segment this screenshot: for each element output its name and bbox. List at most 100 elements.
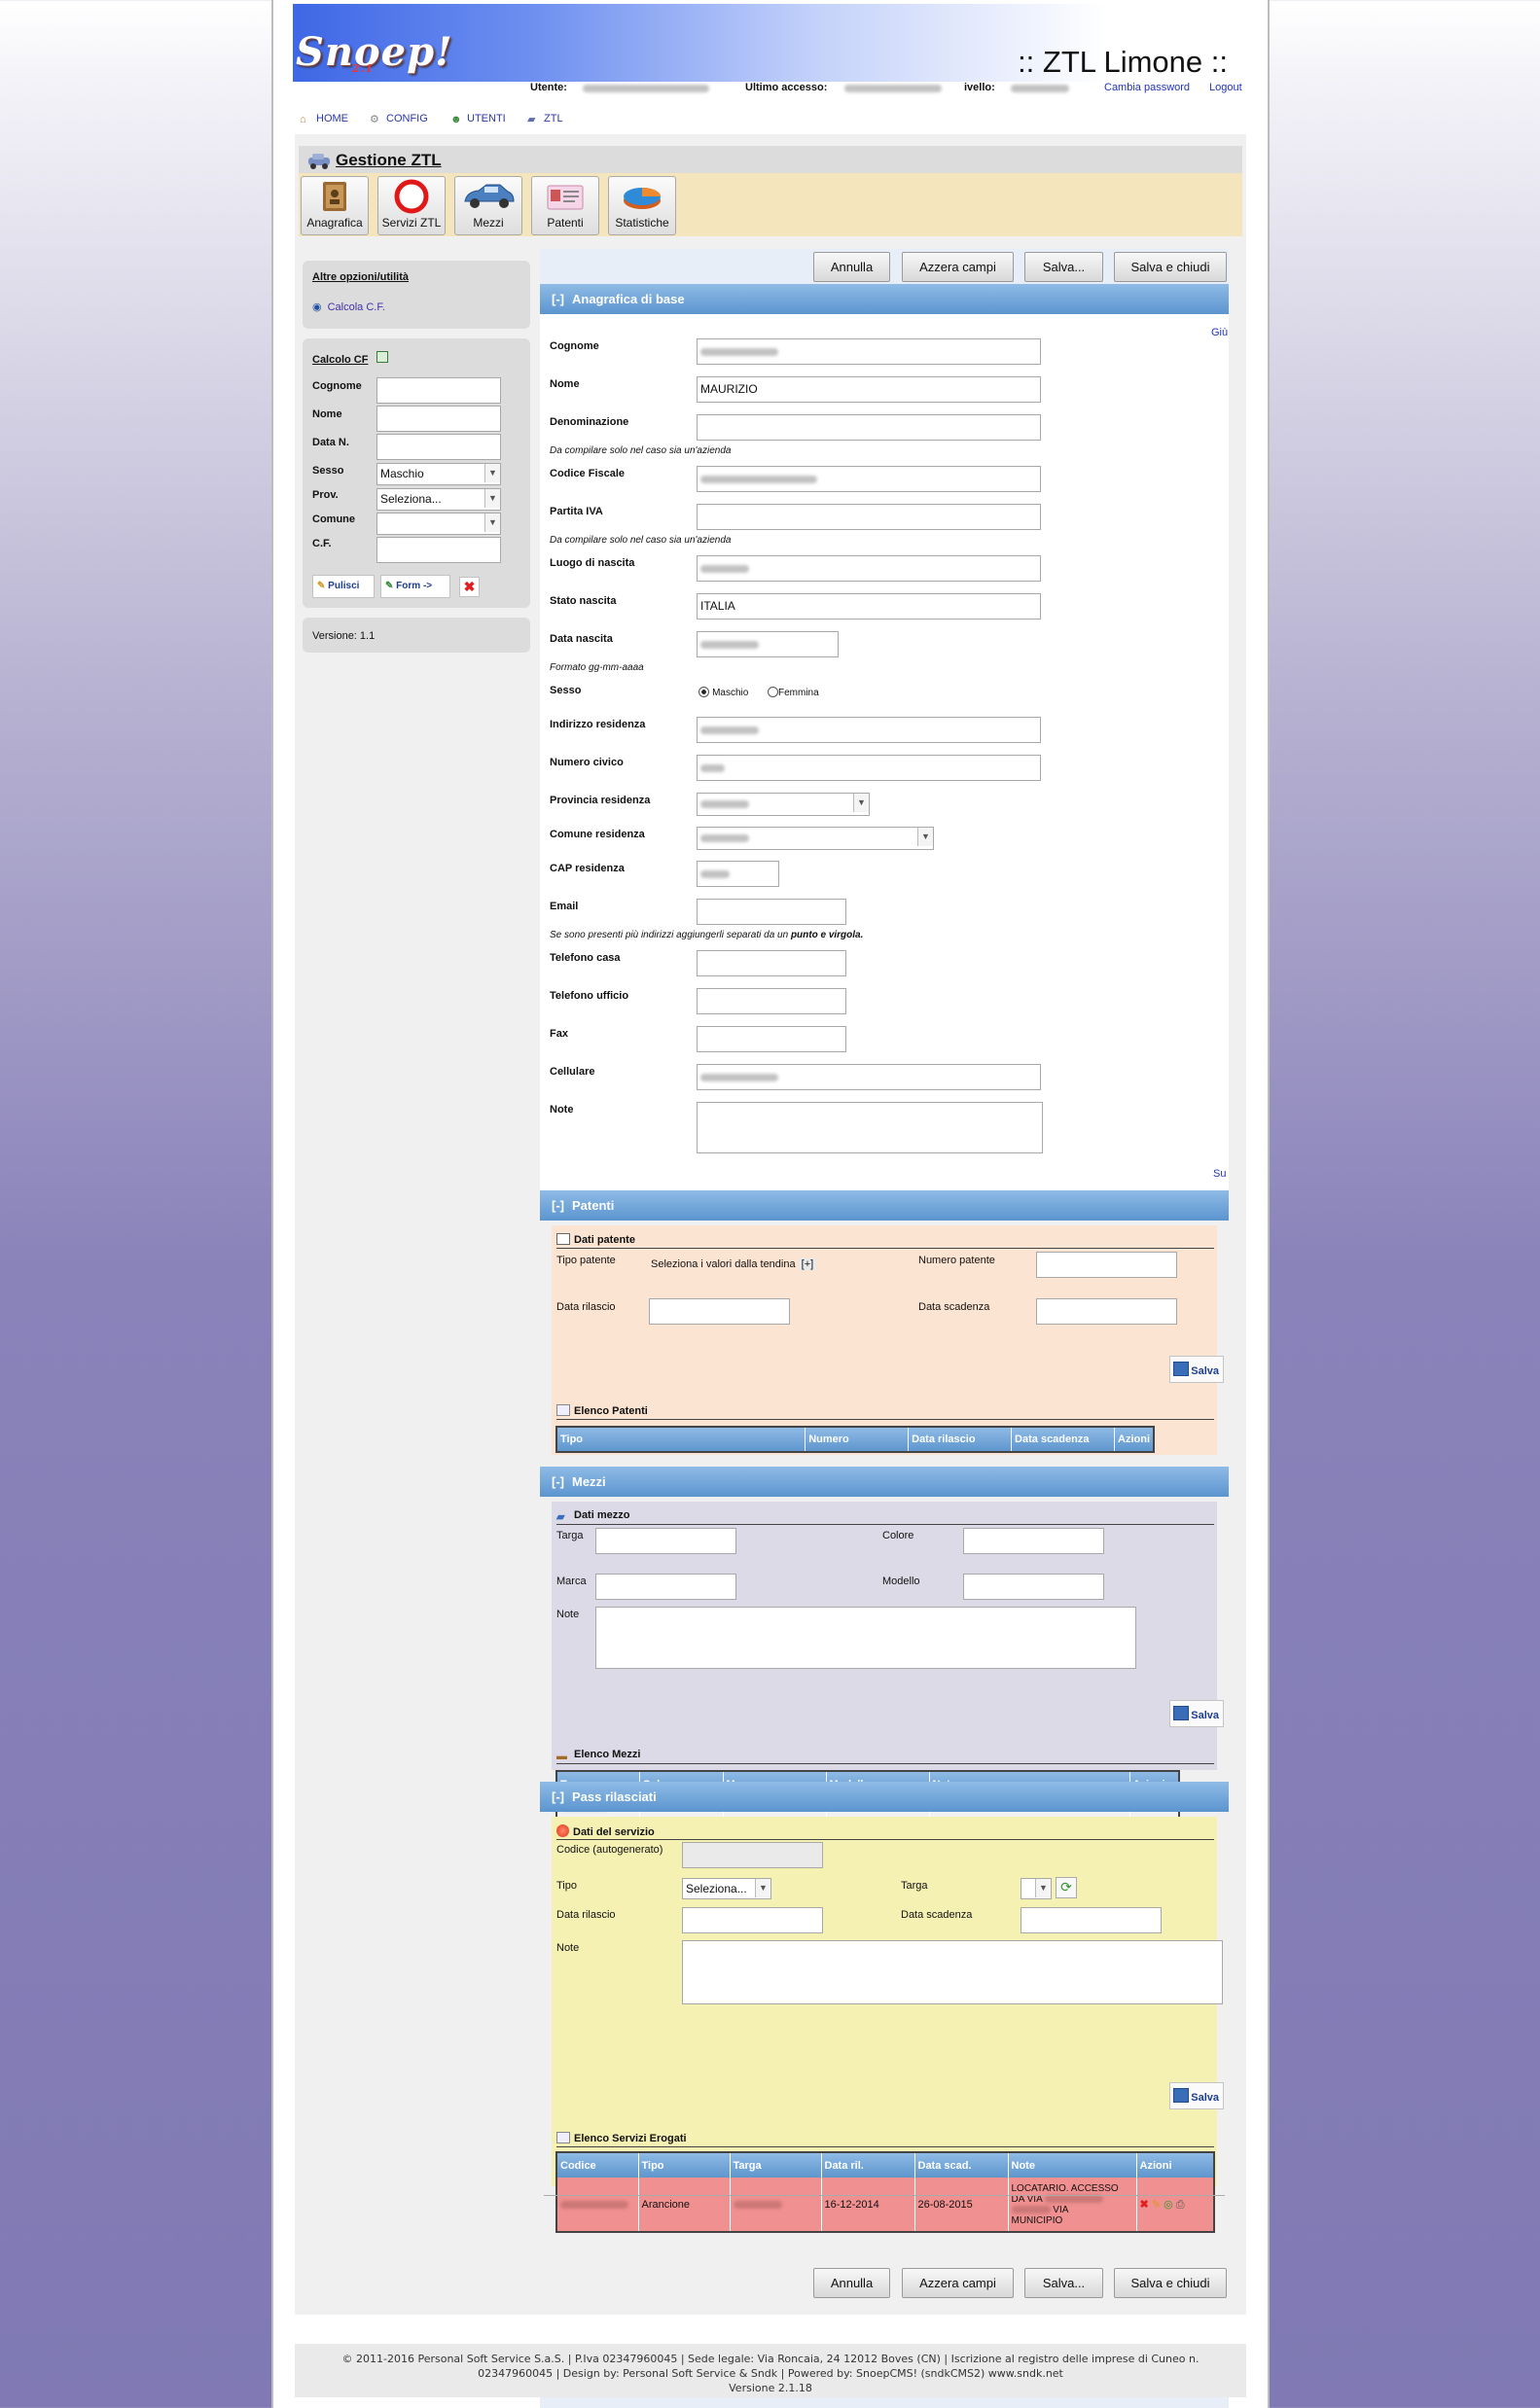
cf-prov-select[interactable]: Seleziona... ▼ bbox=[376, 488, 501, 511]
giu-link[interactable]: Giù bbox=[1211, 327, 1228, 338]
numero-patente-input[interactable] bbox=[1036, 1252, 1177, 1278]
ztl-sign-icon bbox=[394, 179, 429, 214]
note-textarea[interactable] bbox=[697, 1102, 1043, 1153]
nav-config[interactable]: ⚙ CONFIG bbox=[370, 113, 428, 125]
cf-data-label: Data N. bbox=[312, 437, 349, 448]
toolbar-anagrafica[interactable]: Anagrafica bbox=[301, 176, 369, 235]
civico-input[interactable] bbox=[697, 755, 1041, 781]
patente-scadenza-input[interactable] bbox=[1036, 1298, 1177, 1325]
pass-targa-select[interactable]: ▼ bbox=[1021, 1878, 1052, 1899]
salva-button-bottom[interactable]: Salva... bbox=[1024, 2268, 1103, 2298]
tel-ufficio-input[interactable] bbox=[697, 988, 846, 1014]
toolbar-statistiche[interactable]: Statistiche bbox=[608, 176, 676, 235]
column-header: Codice bbox=[556, 2152, 639, 2178]
annulla-button-bottom[interactable]: Annulla bbox=[813, 2268, 890, 2298]
provincia-select[interactable]: ▼ bbox=[697, 793, 870, 816]
stato-input[interactable]: ITALIA bbox=[697, 593, 1041, 620]
pass-salva-button[interactable]: Salva bbox=[1169, 2082, 1224, 2109]
annulla-button[interactable]: Annulla bbox=[813, 252, 890, 282]
targa-input[interactable] bbox=[595, 1528, 736, 1554]
azzera-campi-button[interactable]: Azzera campi bbox=[902, 252, 1014, 282]
view-icon[interactable]: ◎ bbox=[1164, 2199, 1173, 2211]
piva-hint: Da compilare solo nel caso sia un'aziend… bbox=[550, 535, 732, 546]
anagrafica-header[interactable]: [-] Anagrafica di base bbox=[540, 284, 1229, 314]
elenco-servizi-title: Elenco Servizi Erogati bbox=[556, 2132, 687, 2144]
salva-chiudi-button[interactable]: Salva e chiudi bbox=[1114, 252, 1227, 282]
cf-input[interactable] bbox=[697, 466, 1041, 492]
pass-rilascio-input[interactable] bbox=[682, 1907, 823, 1933]
colore-input[interactable] bbox=[963, 1528, 1104, 1554]
nome-input[interactable]: MAURIZIO bbox=[697, 376, 1041, 403]
nav-ztl[interactable]: ▰ ZTL bbox=[527, 113, 563, 125]
column-header: Data rilascio bbox=[908, 1427, 1013, 1452]
toolbar-mezzi[interactable]: Mezzi bbox=[454, 176, 522, 235]
tel-casa-input[interactable] bbox=[697, 950, 846, 976]
comune-label: Comune residenza bbox=[550, 829, 645, 840]
tipo-patente-picker[interactable]: Seleziona i valori dalla tendina [+] bbox=[651, 1254, 843, 1277]
nav-utenti[interactable]: ☻ UTENTI bbox=[450, 113, 506, 125]
nav-home[interactable]: ⌂ HOME bbox=[300, 113, 348, 125]
cf-nome-input[interactable] bbox=[376, 406, 501, 432]
targa-label: Targa bbox=[556, 1530, 584, 1541]
pass-scadenza-input[interactable] bbox=[1021, 1907, 1162, 1933]
cell-codice bbox=[556, 2178, 639, 2232]
pass-header[interactable]: [-] Pass rilasciati bbox=[540, 1782, 1229, 1812]
salva-chiudi-button-bottom[interactable]: Salva e chiudi bbox=[1114, 2268, 1227, 2298]
luogo-input[interactable] bbox=[697, 555, 1041, 582]
cf-comune-select[interactable]: ▼ bbox=[376, 513, 501, 535]
cf-data-input[interactable] bbox=[376, 434, 501, 460]
patenti-table: Tipo Numero Data rilascio Data scadenza … bbox=[555, 1426, 1155, 1453]
print-icon[interactable]: ⎙ bbox=[1176, 2199, 1185, 2211]
mezzo-note-textarea[interactable] bbox=[595, 1607, 1136, 1669]
patente-rilascio-input[interactable] bbox=[649, 1298, 790, 1325]
tel-casa-label: Telefono casa bbox=[550, 952, 621, 964]
radio-femmina[interactable]: Femmina bbox=[768, 687, 819, 698]
cell-note: LOCATARIO. ACCESSO DA VIA VIA MUNICIPIO bbox=[1008, 2178, 1137, 2232]
content-area: Gestione ZTL Anagrafica Servizi ZTL Mezz… bbox=[295, 134, 1246, 2408]
fax-input[interactable] bbox=[697, 1026, 846, 1052]
delete-icon[interactable]: ✖ bbox=[1140, 2199, 1149, 2211]
change-password-link[interactable]: Cambia password bbox=[1104, 82, 1190, 93]
denominazione-input[interactable] bbox=[697, 414, 1041, 441]
patente-salva-button[interactable]: Salva bbox=[1169, 1356, 1224, 1383]
pulisci-button[interactable]: ✎ Pulisci bbox=[312, 575, 375, 598]
add-tipo-button[interactable]: [+] bbox=[798, 1258, 817, 1270]
cell-targa bbox=[730, 2178, 822, 2232]
cf-result-input[interactable] bbox=[376, 537, 501, 563]
mezzi-header[interactable]: [-] Mezzi bbox=[540, 1467, 1229, 1497]
cf-nome-label: Nome bbox=[312, 408, 342, 420]
salva-button[interactable]: Salva... bbox=[1024, 252, 1103, 282]
toolbar-patenti[interactable]: Patenti bbox=[531, 176, 599, 235]
cellulare-input[interactable] bbox=[697, 1064, 1041, 1090]
email-input[interactable] bbox=[697, 899, 846, 925]
su-link[interactable]: Su bbox=[1213, 1168, 1226, 1180]
radio-maschio[interactable]: Maschio bbox=[698, 687, 748, 698]
toolbar-servizi-ztl[interactable]: Servizi ZTL bbox=[377, 176, 446, 235]
edit-icon[interactable]: ✎ bbox=[1152, 2199, 1161, 2211]
patenti-header[interactable]: [-] Patenti bbox=[540, 1190, 1229, 1221]
close-icon[interactable]: ✖ bbox=[459, 577, 480, 597]
pass-note-textarea[interactable] bbox=[682, 1940, 1223, 2004]
refresh-icon[interactable]: ⟳ bbox=[1056, 1877, 1077, 1898]
cognome-input[interactable] bbox=[697, 338, 1041, 365]
table-row[interactable]: Arancione 16-12-2014 26-08-2015 LOCATARI… bbox=[556, 2178, 1215, 2232]
cf-sesso-select[interactable]: Maschio ▼ bbox=[376, 463, 501, 485]
modello-input[interactable] bbox=[963, 1574, 1104, 1600]
piva-label: Partita IVA bbox=[550, 506, 603, 517]
cell-data-rilascio: 16-12-2014 bbox=[821, 2178, 915, 2232]
calcola-cf-link[interactable]: ◉ Calcola C.F. bbox=[312, 301, 385, 313]
cap-input[interactable] bbox=[697, 861, 779, 887]
data-nascita-input[interactable] bbox=[697, 631, 839, 657]
form-button[interactable]: ✎ Form -> bbox=[380, 575, 450, 598]
pass-tipo-select[interactable]: Seleziona... ▼ bbox=[682, 1878, 771, 1899]
mezzo-salva-button[interactable]: Salva bbox=[1169, 1700, 1224, 1727]
cf-cognome-input[interactable] bbox=[376, 377, 501, 404]
level-label: ivello: bbox=[964, 82, 995, 93]
logout-link[interactable]: Logout bbox=[1209, 82, 1242, 93]
indirizzo-input[interactable] bbox=[697, 717, 1041, 743]
marca-input[interactable] bbox=[595, 1574, 736, 1600]
comune-select[interactable]: ▼ bbox=[697, 827, 934, 850]
column-header: Data ril. bbox=[821, 2152, 915, 2178]
azzera-campi-button-bottom[interactable]: Azzera campi bbox=[902, 2268, 1014, 2298]
piva-input[interactable] bbox=[697, 504, 1041, 530]
